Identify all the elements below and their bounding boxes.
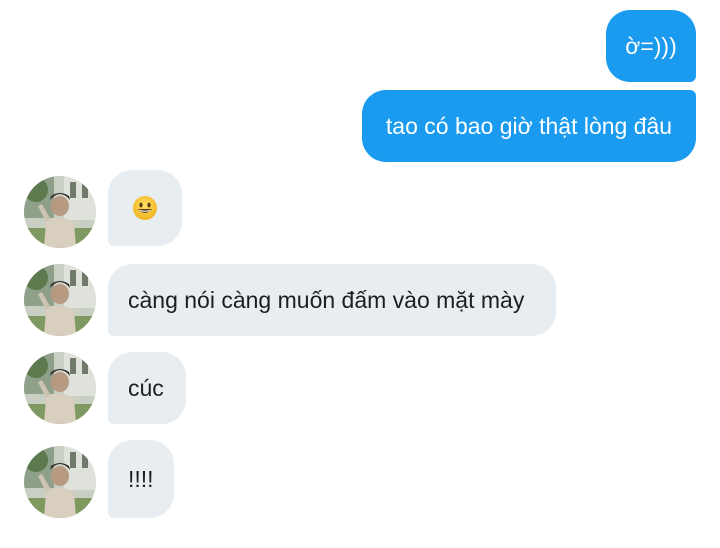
avatar[interactable] bbox=[24, 176, 96, 248]
message-text: !!!! bbox=[128, 465, 154, 492]
sent-message-bubble[interactable]: tao có bao giờ thật lòng đâu bbox=[362, 90, 696, 162]
chat-thread: ờ=))) tao có bao giờ thật lòng đâu càng … bbox=[0, 0, 720, 548]
avatar[interactable] bbox=[24, 446, 96, 518]
message-text: càng nói càng muốn đấm vào mặt mày bbox=[128, 286, 525, 313]
received-message-bubble[interactable] bbox=[108, 170, 182, 246]
avatar[interactable] bbox=[24, 264, 96, 336]
message-text: ờ=))) bbox=[625, 32, 677, 59]
grinning-face-icon bbox=[132, 195, 158, 221]
received-message-bubble[interactable]: càng nói càng muốn đấm vào mặt mày bbox=[108, 264, 556, 336]
message-text: cúc bbox=[128, 374, 164, 401]
received-message-bubble[interactable]: cúc bbox=[108, 352, 186, 424]
received-message-bubble[interactable]: !!!! bbox=[108, 440, 174, 518]
message-text: tao có bao giờ thật lòng đâu bbox=[385, 112, 673, 139]
avatar[interactable] bbox=[24, 352, 96, 424]
sent-message-bubble[interactable]: ờ=))) bbox=[606, 10, 696, 82]
